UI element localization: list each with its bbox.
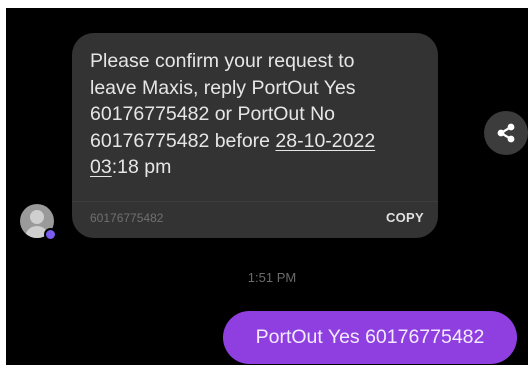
message-line-3: 60176775482 or PortOut No [90,103,336,125]
bubble-divider [72,201,438,202]
message-line-1: Please confirm your request to [90,50,355,72]
time-link[interactable]: 03 [90,156,112,178]
date-link[interactable]: 28-10-2022 [275,130,375,152]
incoming-message-bubble[interactable]: Please confirm your request to leave Maxi… [72,33,438,238]
message-timestamp: 1:51 PM [247,270,297,285]
message-line-2: leave Maxis, reply PortOut Yes [90,76,356,99]
share-icon [497,123,515,143]
message-line-4-text: 60176775482 before [90,129,276,152]
copy-button[interactable]: COPY [386,208,424,228]
avatar-status-badge [44,228,57,241]
message-line-5-text: :18 pm [111,156,172,178]
sender-number: 60176775482 [90,211,164,225]
outgoing-message-bubble[interactable]: PortOut Yes 60176775482 [223,311,517,364]
outgoing-message-text: PortOut Yes 60176775482 [255,326,485,348]
conversation-screen: Please confirm your request to leave Maxi… [6,8,528,365]
incoming-message-text: Please confirm your request to leave Maxi… [90,48,430,181]
share-button[interactable] [484,111,528,155]
